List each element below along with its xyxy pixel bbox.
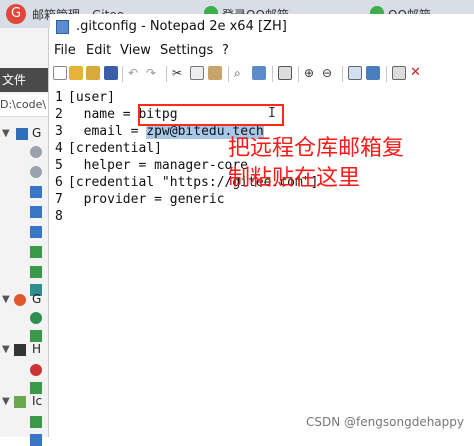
zoom-in-icon[interactable]: ⊕: [304, 66, 318, 80]
cut-icon[interactable]: ✂: [172, 66, 186, 80]
menu-edit[interactable]: Edit: [86, 43, 111, 58]
explorer-path[interactable]: D:\code\: [0, 94, 48, 117]
replace-icon[interactable]: [252, 66, 266, 80]
window-title: .gitconfig - Notepad 2e x64 [ZH]: [76, 19, 287, 34]
window-icon: [30, 434, 42, 446]
scheme-icon[interactable]: [348, 66, 362, 80]
book-icon: [30, 330, 42, 342]
toolbar: ↶ ↷ ✂ ⌕ ⊕ ⊖ ✕: [50, 62, 474, 87]
code-line: helper = manager-core: [68, 158, 249, 173]
menu-help[interactable]: ?: [222, 43, 229, 58]
gear-icon: [30, 166, 42, 178]
globe-icon: [30, 312, 42, 324]
browse-icon[interactable]: [86, 66, 100, 80]
code-line: [credential]: [68, 141, 162, 156]
tree-expand-icon[interactable]: ▼: [2, 294, 10, 305]
highlight-box: [138, 104, 284, 126]
line-number: 4: [55, 141, 63, 156]
toolbar-separator: [298, 66, 299, 82]
line-number: 2: [55, 107, 63, 122]
notepad-icon: [56, 20, 69, 34]
line-number: 8: [55, 209, 63, 224]
tree-item-label[interactable]: G: [32, 292, 41, 306]
tree-item-label[interactable]: Ic: [32, 394, 42, 408]
csdn-watermark: CSDN @fengsongdehappy: [306, 415, 464, 429]
tree-item-label[interactable]: G: [32, 126, 41, 140]
tree-expand-icon[interactable]: ▼: [2, 128, 10, 139]
close-icon[interactable]: ✕: [410, 66, 424, 80]
code-line: [user]: [68, 90, 115, 105]
find-icon[interactable]: ⌕: [234, 66, 248, 80]
copy-icon[interactable]: [190, 66, 204, 80]
book-icon: [30, 416, 42, 428]
word-wrap-icon[interactable]: [278, 66, 292, 80]
redo-icon[interactable]: ↷: [146, 66, 160, 80]
explorer-header: 文件: [0, 68, 48, 92]
settings-icon[interactable]: [392, 66, 406, 80]
book-icon: [30, 266, 42, 278]
book-icon: [30, 246, 42, 258]
undo-icon[interactable]: ↶: [128, 66, 142, 80]
hammer-icon: [14, 344, 26, 356]
zoom-out-icon[interactable]: ⊖: [322, 66, 336, 80]
line-number: 3: [55, 124, 63, 139]
line-number: 5: [55, 158, 63, 173]
window-icon: [30, 206, 42, 218]
menu-file[interactable]: File: [54, 43, 76, 58]
line-number: 7: [55, 192, 63, 207]
toolbar-separator: [122, 66, 123, 82]
window-icon: [30, 186, 42, 198]
explorer-panel: 文件 D:\code\ ▼ G ▼ G ▼ H ▼ Ic: [0, 28, 49, 446]
tree-item-label[interactable]: H: [32, 342, 41, 356]
git-icon: [14, 294, 26, 306]
window-icon: [30, 226, 42, 238]
text-cursor-icon: I: [268, 106, 276, 121]
editor-area[interactable]: 1 2 3 4 5 6 7 8 [user] name = bitpg emai…: [50, 86, 474, 437]
annotation-line-2: 制粘贴在这里: [228, 166, 361, 191]
toolbar-separator: [272, 66, 273, 82]
code-line: provider = generic: [68, 192, 225, 207]
title-bar[interactable]: .gitconfig - Notepad 2e x64 [ZH]: [50, 14, 474, 40]
line-number: 6: [55, 175, 63, 190]
paste-icon[interactable]: [208, 66, 222, 80]
notepad-window: .gitconfig - Notepad 2e x64 [ZH] File Ed…: [50, 14, 474, 437]
book-icon: [30, 382, 42, 394]
wrench-icon: [16, 128, 28, 140]
line-number: 1: [55, 90, 63, 105]
toolbar-separator: [342, 66, 343, 82]
toolbar-separator: [166, 66, 167, 82]
menu-view[interactable]: View: [120, 43, 151, 58]
toolbar-separator: [228, 66, 229, 82]
email-key: email =: [68, 124, 147, 139]
new-file-icon[interactable]: [53, 66, 67, 80]
open-folder-icon[interactable]: [69, 66, 83, 80]
menu-settings[interactable]: Settings: [160, 43, 213, 58]
folder-icon: [14, 396, 26, 408]
annotation-line-1: 把远程仓库邮箱复: [228, 136, 405, 161]
toolbar-separator: [386, 66, 387, 82]
gear-icon: [30, 146, 42, 158]
customize-schemes-icon[interactable]: [366, 66, 380, 80]
bug-icon: [30, 364, 42, 376]
save-icon[interactable]: [104, 66, 118, 80]
browser-app-icon: G: [6, 4, 26, 24]
tree-expand-icon[interactable]: ▼: [2, 344, 10, 355]
menu-bar: File Edit View Settings ?: [50, 40, 474, 62]
tree-expand-icon[interactable]: ▼: [2, 396, 10, 407]
